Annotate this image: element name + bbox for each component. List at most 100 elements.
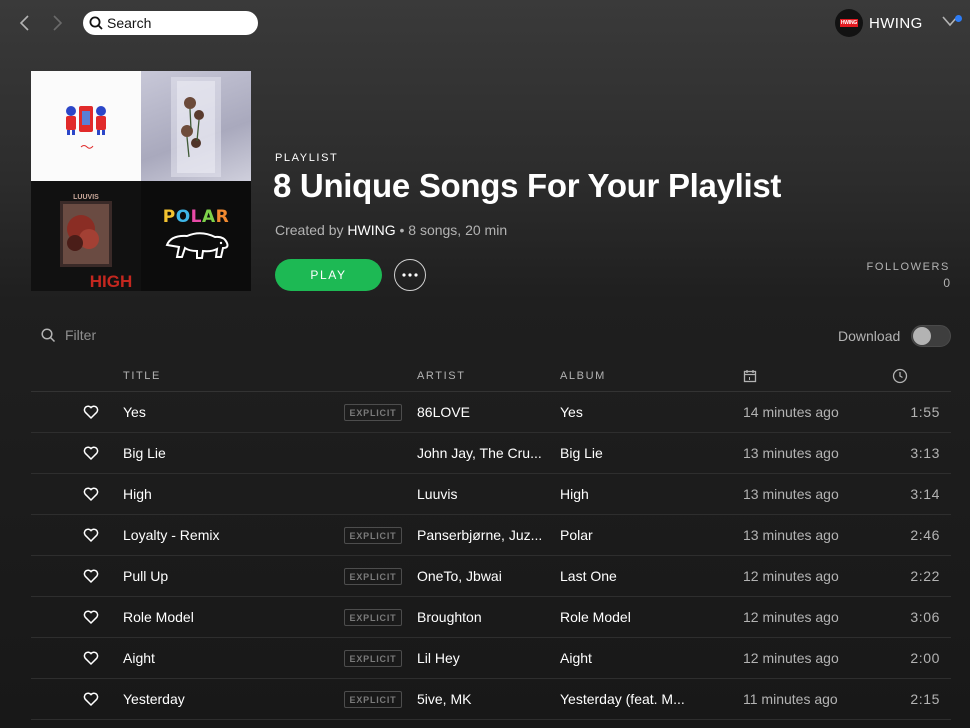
track-album[interactable]: Role Model	[560, 609, 693, 625]
clock-icon	[892, 368, 908, 384]
track-row[interactable]: Loyalty - Remix EXPLICIT Panserbjørne, Juz…	[31, 515, 951, 556]
heart-icon	[83, 528, 99, 543]
heart-icon	[83, 446, 99, 461]
track-title[interactable]: Aight	[123, 650, 333, 666]
track-duration: 3:13	[910, 445, 940, 461]
avatar[interactable]: HWING	[835, 9, 863, 37]
more-icon	[402, 273, 418, 277]
back-button[interactable]	[14, 12, 34, 34]
track-title[interactable]: Big Lie	[123, 445, 333, 461]
like-button[interactable]	[83, 445, 99, 461]
track-row[interactable]: Role Model EXPLICIT Broughton Role Model 12 …	[31, 597, 951, 638]
track-album[interactable]: Yesterday (feat. M...	[560, 691, 693, 707]
track-artist[interactable]: OneTo, Jbwai	[417, 568, 550, 584]
followers-label: FOLLOWERS	[866, 261, 950, 273]
track-album[interactable]: Big Lie	[560, 445, 693, 461]
track-album[interactable]: Last One	[560, 568, 693, 584]
track-title[interactable]: Loyalty - Remix	[123, 527, 333, 543]
cover-high-text: HIGH	[90, 272, 133, 291]
track-artist[interactable]: Lil Hey	[417, 650, 550, 666]
heart-icon	[83, 487, 99, 502]
track-date-added: 12 minutes ago	[743, 609, 839, 625]
download-label: Download	[838, 328, 901, 344]
like-button[interactable]	[83, 404, 99, 420]
chevron-left-icon	[19, 15, 29, 31]
polar-letter: R	[215, 207, 230, 227]
filter-bar	[41, 327, 215, 343]
track-artist[interactable]: Broughton	[417, 609, 550, 625]
track-title[interactable]: Yes	[123, 404, 333, 420]
track-date-added: 14 minutes ago	[743, 404, 839, 420]
cover-tile-high: LUUVIS HIGH	[31, 181, 141, 291]
user-menu[interactable]: HWING HWING	[835, 9, 923, 37]
like-button[interactable]	[83, 609, 99, 625]
explicit-badge: EXPLICIT	[344, 568, 402, 585]
track-date-added: 12 minutes ago	[743, 650, 839, 666]
track-title[interactable]: High	[123, 486, 333, 502]
column-header-artist[interactable]: ARTIST	[417, 370, 466, 382]
toggle-knob	[913, 327, 931, 345]
search-icon	[89, 16, 103, 30]
track-duration: 2:22	[910, 568, 940, 584]
like-button[interactable]	[83, 486, 99, 502]
search-bar[interactable]	[83, 11, 258, 35]
track-duration: 3:14	[910, 486, 940, 502]
explicit-badge: EXPLICIT	[344, 609, 402, 626]
track-row[interactable]: Aight EXPLICIT Lil Hey Aight 12 minutes ago 2…	[31, 638, 951, 679]
track-album[interactable]: Yes	[560, 404, 693, 420]
explicit-badge: EXPLICIT	[344, 527, 402, 544]
track-date-added: 13 minutes ago	[743, 527, 839, 543]
track-artist[interactable]: 86LOVE	[417, 404, 550, 420]
playlist-summary: • 8 songs, 20 min	[395, 222, 508, 238]
tracklist: Yes EXPLICIT 86LOVE Yes 14 minutes ago 1:55 Bi…	[31, 392, 951, 720]
playlist-owner-link[interactable]: HWING	[347, 222, 395, 238]
track-date-added: 11 minutes ago	[743, 691, 838, 707]
heart-icon	[83, 610, 99, 625]
track-row[interactable]: Big Lie John Jay, The Cru... Big Lie 13 min…	[31, 433, 951, 474]
play-button[interactable]: PLAY	[275, 259, 382, 291]
track-date-added: 13 minutes ago	[743, 486, 839, 502]
like-button[interactable]	[83, 568, 99, 584]
track-title[interactable]: Yesterday	[123, 691, 333, 707]
cover-polar-text: POLAR	[163, 207, 230, 227]
track-artist[interactable]: Luuvis	[417, 486, 550, 502]
column-header-duration[interactable]	[892, 368, 908, 387]
track-row[interactable]: Yes EXPLICIT 86LOVE Yes 14 minutes ago 1:55	[31, 392, 951, 433]
track-album[interactable]: High	[560, 486, 693, 502]
download-toggle[interactable]	[911, 325, 951, 347]
track-album[interactable]: Aight	[560, 650, 693, 666]
search-icon	[41, 327, 56, 342]
track-title[interactable]: Pull Up	[123, 568, 333, 584]
forward-button[interactable]	[48, 12, 68, 34]
avatar-logo-text: HWING	[839, 19, 859, 27]
notification-dot	[955, 15, 962, 22]
track-row[interactable]: High Luuvis High 13 minutes ago 3:14	[31, 474, 951, 515]
top-bar: HWING HWING	[0, 0, 970, 46]
playlist-cover[interactable]: LUUVIS HIGH POLAR	[31, 71, 251, 291]
calendar-icon	[743, 370, 757, 383]
track-artist[interactable]: 5ive, MK	[417, 691, 550, 707]
filter-input[interactable]	[65, 327, 215, 343]
column-header-title[interactable]: TITLE	[123, 370, 161, 382]
track-duration: 2:46	[910, 527, 940, 543]
track-artist[interactable]: Panserbjørne, Juz...	[417, 527, 550, 543]
column-header-album[interactable]: ALBUM	[560, 370, 606, 382]
like-button[interactable]	[83, 650, 99, 666]
track-row[interactable]: Yesterday EXPLICIT 5ive, MK Yesterday (feat…	[31, 679, 951, 720]
user-name[interactable]: HWING	[869, 15, 923, 32]
track-title[interactable]: Role Model	[123, 609, 333, 625]
track-album[interactable]: Polar	[560, 527, 693, 543]
track-duration: 3:06	[910, 609, 940, 625]
track-artist[interactable]: John Jay, The Cru...	[417, 445, 550, 461]
like-button[interactable]	[83, 691, 99, 707]
search-input[interactable]	[107, 15, 247, 31]
heart-icon	[83, 692, 99, 707]
explicit-badge: EXPLICIT	[344, 404, 402, 421]
heart-icon	[83, 569, 99, 584]
more-options-button[interactable]	[394, 259, 426, 291]
track-row[interactable]: Pull Up EXPLICIT OneTo, Jbwai Last One 12 mi…	[31, 556, 951, 597]
column-header-date-added[interactable]	[743, 369, 757, 386]
explicit-badge: EXPLICIT	[344, 650, 402, 667]
like-button[interactable]	[83, 527, 99, 543]
heart-icon	[83, 651, 99, 666]
